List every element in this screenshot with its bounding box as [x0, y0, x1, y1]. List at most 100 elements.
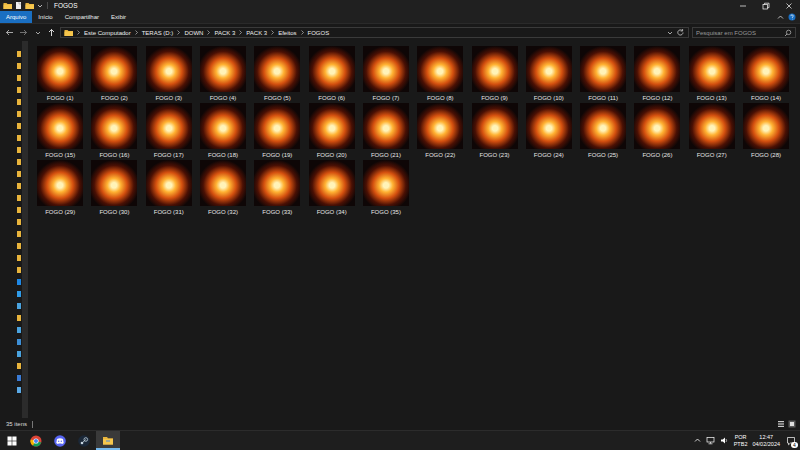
taskbar-app[interactable] — [48, 431, 72, 450]
breadcrumb-item[interactable]: FOGOS — [308, 30, 330, 36]
file-item[interactable]: FOGO (10) — [522, 44, 576, 101]
file-item[interactable]: FOGO (16) — [87, 101, 141, 158]
explorer-icon[interactable] — [102, 434, 114, 446]
file-thumbnail[interactable] — [254, 160, 300, 206]
file-name[interactable]: FOGO (29) — [45, 209, 75, 215]
breadcrumb-chevron-icon[interactable] — [238, 28, 243, 37]
up-arrow-icon[interactable] — [47, 28, 56, 37]
breadcrumb-chevron-icon[interactable] — [270, 28, 275, 37]
notification-button[interactable]: 4 — [785, 435, 797, 447]
file-item[interactable]: FOGO (25) — [576, 101, 630, 158]
breadcrumb-chevron-icon[interactable] — [176, 28, 181, 37]
file-name[interactable]: FOGO (9) — [481, 95, 508, 101]
file-item[interactable]: FOGO (27) — [685, 101, 739, 158]
file-thumbnail[interactable] — [309, 46, 355, 92]
breadcrumb-item[interactable]: TERAS (D:) — [142, 30, 174, 36]
file-item[interactable]: FOGO (23) — [467, 101, 521, 158]
forward-button[interactable] — [18, 27, 29, 38]
breadcrumb-chevron-icon[interactable] — [206, 28, 211, 37]
file-name[interactable]: FOGO (35) — [371, 209, 401, 215]
file-name[interactable]: FOGO (8) — [427, 95, 454, 101]
file-thumbnail[interactable] — [526, 46, 572, 92]
properties-icon[interactable] — [15, 1, 22, 10]
file-name[interactable]: FOGO (18) — [208, 152, 238, 158]
file-item[interactable]: FOGO (11) — [576, 44, 630, 101]
file-thumbnail[interactable] — [146, 103, 192, 149]
file-name[interactable]: FOGO (10) — [534, 95, 564, 101]
taskbar-app[interactable] — [96, 431, 120, 450]
file-thumbnail[interactable] — [37, 46, 83, 92]
ribbon-tab-label[interactable]: Início — [38, 14, 52, 20]
file-name[interactable]: FOGO (1) — [47, 95, 74, 101]
minimize-icon[interactable] — [739, 2, 747, 10]
search-box[interactable] — [692, 27, 796, 38]
file-item[interactable]: FOGO (19) — [250, 101, 304, 158]
file-item[interactable]: FOGO (15) — [33, 101, 87, 158]
file-thumbnail[interactable] — [146, 46, 192, 92]
file-name[interactable]: FOGO (25) — [588, 152, 618, 158]
file-item[interactable]: FOGO (35) — [359, 158, 413, 215]
file-name[interactable]: FOGO (19) — [262, 152, 292, 158]
file-name[interactable]: FOGO (15) — [45, 152, 75, 158]
breadcrumb-chevron-icon[interactable] — [300, 28, 305, 37]
restore-icon[interactable] — [762, 2, 770, 10]
taskbar-app[interactable] — [72, 431, 96, 450]
file-name[interactable]: FOGO (24) — [534, 152, 564, 158]
minimize-button[interactable] — [731, 0, 754, 11]
file-item[interactable]: FOGO (29) — [33, 158, 87, 215]
ribbon-tab[interactable]: Compartilhar — [59, 11, 105, 23]
clock-date[interactable]: 04/02/2024 — [752, 441, 780, 448]
file-thumbnail[interactable] — [526, 103, 572, 149]
close-icon[interactable] — [785, 2, 793, 10]
new-folder-icon[interactable] — [25, 1, 34, 10]
file-name[interactable]: FOGO (11) — [588, 95, 618, 101]
file-name[interactable]: FOGO (32) — [208, 209, 238, 215]
file-name[interactable]: FOGO (23) — [480, 152, 510, 158]
ribbon-tab[interactable]: Início — [32, 11, 58, 23]
file-item[interactable]: FOGO (32) — [196, 158, 250, 215]
chrome-icon[interactable] — [30, 435, 42, 447]
discord-icon[interactable] — [54, 435, 66, 447]
file-thumbnail[interactable] — [363, 103, 409, 149]
file-name[interactable]: FOGO (14) — [751, 95, 781, 101]
file-thumbnail[interactable] — [37, 160, 83, 206]
file-item[interactable]: FOGO (26) — [630, 101, 684, 158]
details-view-icon[interactable] — [777, 420, 785, 428]
file-name[interactable]: FOGO (7) — [373, 95, 400, 101]
file-item[interactable]: FOGO (9) — [467, 44, 521, 101]
clock[interactable]: 12:4704/02/2024 — [752, 434, 780, 448]
file-thumbnail[interactable] — [580, 103, 626, 149]
file-name[interactable]: FOGO (28) — [751, 152, 781, 158]
file-item[interactable]: FOGO (17) — [142, 101, 196, 158]
start-button[interactable] — [0, 431, 24, 450]
file-item[interactable]: FOGO (2) — [87, 44, 141, 101]
file-thumbnail[interactable] — [254, 103, 300, 149]
file-item[interactable]: FOGO (30) — [87, 158, 141, 215]
breadcrumb-chevron-icon[interactable] — [76, 28, 81, 37]
file-name[interactable]: FOGO (13) — [697, 95, 727, 101]
file-item[interactable]: FOGO (12) — [630, 44, 684, 101]
file-name[interactable]: FOGO (20) — [317, 152, 347, 158]
ribbon-tab-label[interactable]: Arquivo — [6, 14, 26, 20]
file-item[interactable]: FOGO (33) — [250, 158, 304, 215]
file-name[interactable]: FOGO (21) — [371, 152, 401, 158]
breadcrumb-item[interactable]: Este Computador — [84, 30, 131, 36]
network-icon[interactable] — [706, 436, 715, 445]
ribbon-tab[interactable]: Arquivo — [0, 11, 32, 23]
file-name[interactable]: FOGO (12) — [642, 95, 672, 101]
file-thumbnail[interactable] — [200, 160, 246, 206]
file-name[interactable]: FOGO (22) — [425, 152, 455, 158]
file-thumbnail[interactable] — [146, 160, 192, 206]
large-icons-view-icon[interactable] — [788, 420, 796, 428]
file-thumbnail[interactable] — [200, 103, 246, 149]
breadcrumb-item[interactable]: PACK 3 — [214, 30, 235, 36]
windows-logo-icon[interactable] — [7, 436, 17, 446]
file-name[interactable]: FOGO (26) — [642, 152, 672, 158]
file-thumbnail[interactable] — [363, 46, 409, 92]
file-thumbnail[interactable] — [309, 103, 355, 149]
show-hidden-icons-icon[interactable] — [694, 437, 701, 444]
ribbon-tab-label[interactable]: Compartilhar — [65, 14, 99, 20]
keyboard-layout-label[interactable]: PTB2 — [734, 441, 748, 448]
file-thumbnail[interactable] — [91, 46, 137, 92]
file-thumbnail[interactable] — [634, 46, 680, 92]
